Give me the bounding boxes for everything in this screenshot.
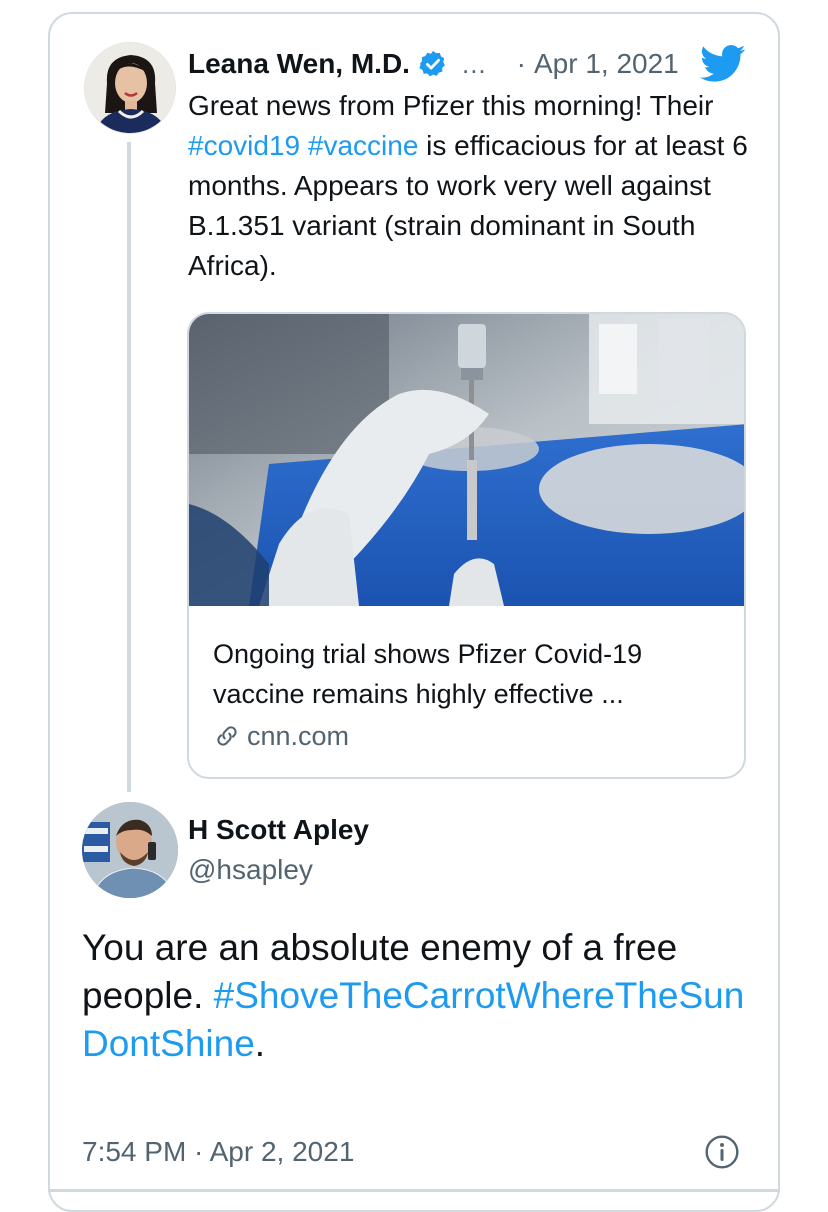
quoted-text-part-1: Great news from Pfizer this morning! The… (188, 90, 714, 121)
link-preview-title[interactable]: Ongoing trial shows Pfizer Covid-19 vacc… (213, 634, 723, 714)
link-preview-card[interactable]: Ongoing trial shows Pfizer Covid-19 vacc… (187, 312, 746, 779)
reply-timestamp[interactable]: 7:54 PM · Apr 2, 2021 (82, 1132, 354, 1172)
verified-badge-icon (418, 49, 448, 79)
link-preview-domain-row: cnn.com (213, 716, 349, 756)
date-separator: · (516, 48, 526, 79)
quoted-tweet-header: Leana Wen, M.D. ... · Apr 1, 2021 (188, 42, 748, 86)
link-icon (213, 722, 241, 750)
twitter-bird-icon (700, 44, 746, 84)
more-icon[interactable]: ... (462, 49, 487, 80)
avatar-leana-wen[interactable] (84, 42, 176, 134)
reply-text-trailing: . (254, 1023, 266, 1064)
quoted-tweet-date[interactable]: Apr 1, 2021 (534, 48, 679, 80)
hashtag-covid19[interactable]: #covid19 (188, 130, 300, 161)
avatar-h-scott-apley[interactable] (82, 802, 178, 898)
quoted-tweet-text: Great news from Pfizer this morning! The… (188, 86, 748, 286)
link-preview-domain[interactable]: cnn.com (247, 721, 349, 752)
info-icon[interactable] (704, 1134, 740, 1170)
thread-connector-line (127, 142, 131, 792)
link-preview-image (189, 314, 744, 606)
hashtag-vaccine[interactable]: #vaccine (308, 130, 419, 161)
reply-author-handle[interactable]: @hsapley (188, 852, 313, 888)
quoted-text-space (300, 130, 308, 161)
reply-tweet-text: You are an absolute enemy of a free peop… (82, 924, 752, 1068)
quoted-author-name[interactable]: Leana Wen, M.D. (188, 48, 410, 80)
reply-author-name[interactable]: H Scott Apley (188, 812, 369, 848)
